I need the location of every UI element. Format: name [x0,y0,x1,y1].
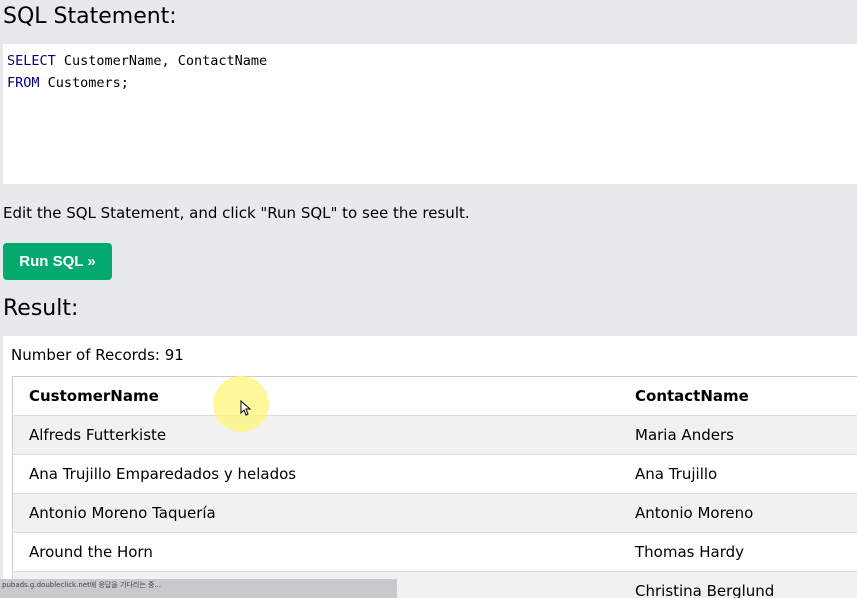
cell-customername: Around the Horn [12,532,619,572]
sql-keyword-from: FROM [7,75,40,91]
browser-status-bar: pubads.g.doubleclick.net에 응답을 기다리는 중... [0,579,397,598]
table-row: Around the Horn Thomas Hardy [12,532,857,572]
sql-keyword-select: SELECT [7,53,56,69]
sql-statement-heading: SQL Statement: [3,4,177,29]
cell-contactname: Antonio Moreno [619,493,857,533]
cell-contactname: Maria Anders [619,415,857,455]
sql-line-2-rest: Customers; [39,75,129,91]
result-heading: Result: [3,296,79,321]
table-row: Alfreds Futterkiste Maria Anders [12,415,857,455]
column-header-contactname[interactable]: ContactName [619,376,857,416]
sql-line-1-rest: CustomerName, ContactName [55,53,268,69]
cell-customername: Antonio Moreno Taquería [12,493,619,533]
cell-customername: Alfreds Futterkiste [12,415,619,455]
sql-line-1: SELECT CustomerName, ContactName [7,50,853,72]
cell-contactname: Christina Berglund [619,571,857,598]
cell-contactname: Thomas Hardy [619,532,857,572]
record-count: Number of Records: 91 [11,346,184,364]
sql-line-2: FROM Customers; [7,72,853,94]
table-row: Antonio Moreno Taquería Antonio Moreno [12,493,857,533]
sql-editor[interactable]: SELECT CustomerName, ContactName FROM Cu… [3,44,857,184]
page: SQL Statement: SELECT CustomerName, Cont… [0,0,857,598]
result-table: CustomerName ContactName Alfreds Futterk… [12,376,857,598]
table-header-row: CustomerName ContactName [12,376,857,416]
column-header-customername[interactable]: CustomerName [12,376,619,416]
result-panel: Number of Records: 91 CustomerName Conta… [3,336,857,598]
table-row: Ana Trujillo Emparedados y helados Ana T… [12,454,857,494]
run-sql-button[interactable]: Run SQL » [3,243,112,280]
mouse-pointer-icon [240,400,252,416]
cell-customername: Ana Trujillo Emparedados y helados [12,454,619,494]
instruction-text: Edit the SQL Statement, and click "Run S… [3,204,470,222]
cell-contactname: Ana Trujillo [619,454,857,494]
